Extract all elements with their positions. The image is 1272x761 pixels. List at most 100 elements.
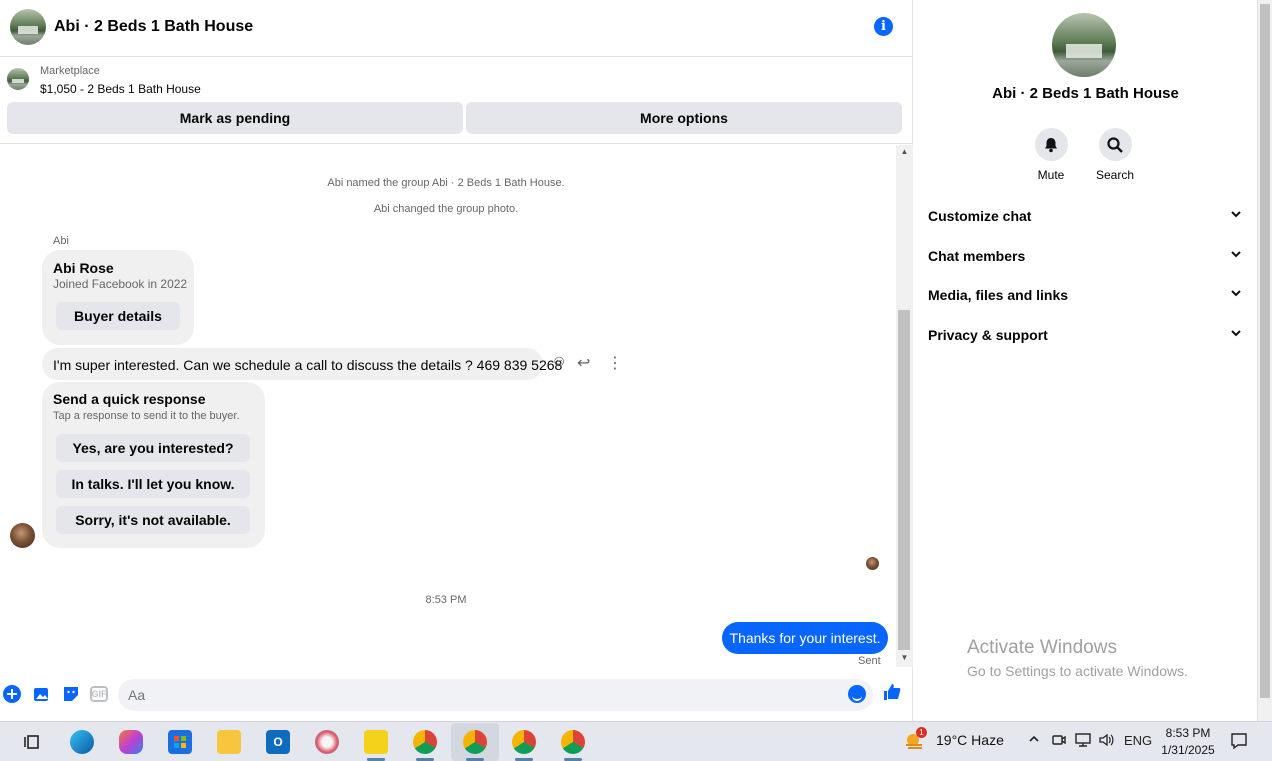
composer: GIF (0, 676, 913, 714)
message-actions: ☺ ↩ ⋮ (551, 353, 623, 373)
quick-response-subtitle: Tap a response to send it to the buyer. (53, 410, 240, 422)
chat-header: Abi · 2 Beds 1 Bath House i (0, 0, 913, 57)
weather-icon[interactable]: 1 (904, 727, 927, 751)
listing-thumbnail[interactable] (7, 68, 29, 90)
scrollbar-thumb[interactable] (898, 310, 910, 650)
scroll-up-icon[interactable]: ▲ (896, 147, 913, 156)
message-scrollbar[interactable]: ▲ ▼ (896, 145, 913, 667)
watermark-line-2: Go to Settings to activate Windows. (967, 663, 1188, 679)
react-icon[interactable]: ☺ (551, 353, 567, 371)
incoming-message[interactable]: I'm super interested. Can we schedule a … (42, 348, 562, 380)
clock-date: 1/31/2025 (1161, 743, 1215, 757)
sticky-notes-icon[interactable] (364, 730, 388, 754)
mute-button[interactable]: Mute (1021, 128, 1081, 182)
sender-name: Abi (53, 235, 69, 247)
chat-title[interactable]: Abi · 2 Beds 1 Bath House (54, 18, 253, 36)
windows-taskbar: O 1 19°C Haze ENG 8:53 PM 1/31/2025 (0, 721, 1272, 761)
weather-text[interactable]: 19°C Haze (936, 732, 1004, 748)
sender-avatar[interactable] (10, 523, 35, 548)
search-button[interactable]: Search (1085, 128, 1145, 182)
info-icon[interactable]: i (874, 17, 893, 36)
group-avatar[interactable] (10, 9, 46, 45)
page-scrollbar[interactable] (1257, 0, 1272, 721)
volume-icon[interactable] (1098, 733, 1114, 750)
chrome-icon[interactable] (413, 730, 437, 754)
mark-as-pending-button[interactable]: Mark as pending (7, 102, 463, 134)
more-options-button[interactable]: More options (466, 102, 902, 134)
chrome-icon[interactable] (463, 730, 487, 754)
system-message: Abi named the group Abi · 2 Beds 1 Bath … (327, 177, 565, 189)
search-icon (1098, 128, 1132, 161)
chevron-down-icon (1230, 208, 1242, 223)
clock-time: 8:53 PM (1165, 726, 1211, 740)
more-vertical-icon[interactable]: ⋮ (607, 353, 623, 373)
delivery-status: Sent (858, 655, 881, 667)
chevron-down-icon (1230, 327, 1242, 342)
message-list: Abi named the group Abi · 2 Beds 1 Bath … (0, 145, 896, 667)
section-customize-chat[interactable]: Customize chat (928, 208, 1242, 232)
store-icon[interactable] (168, 730, 192, 754)
section-label: Customize chat (928, 208, 1032, 224)
quick-response-title: Send a quick response (53, 391, 206, 407)
profile-subtitle: Joined Facebook in 2022 (53, 277, 188, 291)
listing-title[interactable]: $1,050 - 2 Beds 1 Bath House (40, 82, 201, 96)
paint-icon[interactable] (315, 730, 339, 754)
sticker-icon[interactable] (62, 685, 80, 703)
group-photo[interactable] (1052, 13, 1116, 77)
weather-badge: 1 (916, 727, 927, 738)
plus-icon[interactable] (3, 685, 21, 703)
edge-icon[interactable] (70, 730, 94, 754)
listing-kicker: Marketplace (40, 65, 100, 77)
page-scrollbar-thumb[interactable] (1260, 4, 1270, 698)
outgoing-message[interactable]: Thanks for your interest. (722, 622, 888, 654)
section-label: Chat members (928, 248, 1026, 264)
section-label: Media, files and links (928, 287, 1069, 303)
emoji-icon[interactable] (848, 685, 866, 703)
reply-icon[interactable]: ↩ (577, 353, 590, 373)
system-clock[interactable]: 8:53 PM 1/31/2025 (1160, 725, 1216, 759)
chrome-icon[interactable] (561, 730, 585, 754)
message-timestamp: 8:53 PM (425, 594, 467, 606)
quick-response-option[interactable]: Sorry, it's not available. (56, 506, 250, 534)
profile-name: Abi Rose (53, 260, 114, 276)
chrome-icon[interactable] (512, 730, 536, 754)
incoming-message-text: I'm super interested. Can we schedule a … (53, 357, 563, 373)
buyer-details-button[interactable]: Buyer details (56, 302, 180, 330)
copilot-icon[interactable] (119, 730, 143, 754)
messenger-app: Abi · 2 Beds 1 Bath House i Marketplace … (0, 0, 1272, 721)
task-view-icon[interactable] (20, 730, 44, 754)
chevron-down-icon (1230, 248, 1242, 263)
quick-response-card: Send a quick response Tap a response to … (42, 382, 265, 548)
language-indicator[interactable]: ENG (1124, 733, 1152, 748)
section-media-files-links[interactable]: Media, files and links (928, 287, 1242, 311)
thumbs-up-icon[interactable] (882, 682, 902, 708)
outlook-icon[interactable]: O (266, 730, 290, 754)
chat-panel: Abi · 2 Beds 1 Bath House i Marketplace … (0, 0, 913, 721)
read-receipt-avatar (866, 557, 879, 570)
section-label: Privacy & support (928, 327, 1048, 343)
conversation-details-panel: Abi · 2 Beds 1 Bath House Mute Search Cu… (914, 0, 1257, 721)
meet-now-icon[interactable] (1052, 733, 1066, 750)
chevron-up-icon[interactable] (1028, 733, 1040, 748)
chevron-down-icon (1230, 287, 1242, 302)
activate-windows-watermark: Activate Windows Go to Settings to activ… (967, 637, 1188, 679)
listing-banner: Marketplace $1,050 - 2 Beds 1 Bath House… (0, 57, 913, 144)
search-label: Search (1095, 168, 1135, 182)
message-input-box[interactable] (118, 679, 873, 711)
section-privacy-support[interactable]: Privacy & support (928, 327, 1242, 351)
quick-response-option[interactable]: In talks. I'll let you know. (56, 470, 250, 498)
system-message: Abi changed the group photo. (373, 203, 519, 215)
file-explorer-icon[interactable] (217, 730, 241, 754)
bell-icon (1034, 128, 1068, 161)
section-chat-members[interactable]: Chat members (928, 248, 1242, 272)
watermark-line-1: Activate Windows (967, 637, 1117, 658)
message-input[interactable] (128, 685, 838, 705)
gif-icon[interactable]: GIF (90, 686, 108, 702)
conversation-name: Abi · 2 Beds 1 Bath House (992, 85, 1179, 102)
network-icon[interactable] (1075, 733, 1091, 750)
quick-response-option[interactable]: Yes, are you interested? (56, 434, 250, 462)
photo-icon[interactable] (33, 685, 51, 703)
notifications-icon[interactable] (1230, 732, 1248, 753)
scroll-down-icon[interactable]: ▼ (896, 653, 913, 662)
profile-card: Abi Rose Joined Facebook in 2022 Buyer d… (42, 250, 194, 345)
